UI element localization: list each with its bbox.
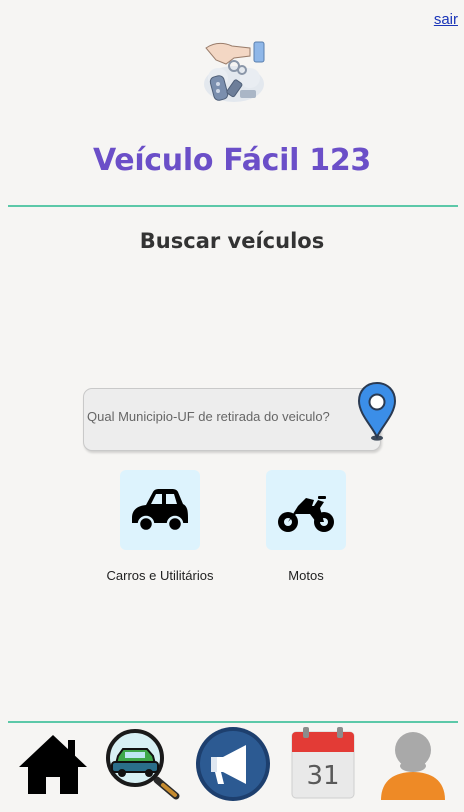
nav-home-button[interactable] [13, 726, 93, 806]
user-profile-icon [381, 732, 445, 800]
header-divider [8, 205, 458, 207]
category-cars-label: Carros e Utilitários [106, 568, 214, 583]
search-vehicle-icon [106, 729, 180, 800]
app-title: Veículo Fácil 123 [93, 143, 371, 178]
location-search-input[interactable] [87, 409, 347, 424]
category-cars-button[interactable] [120, 470, 200, 550]
category-motos-label: Motos [288, 568, 324, 583]
home-icon [19, 735, 87, 794]
category-motos-button[interactable] [266, 470, 346, 550]
search-box[interactable] [83, 388, 381, 451]
nav-profile-button[interactable] [373, 726, 453, 806]
nav-calendar-button[interactable]: 31 [283, 726, 363, 806]
logo-icon [204, 41, 265, 102]
page-title: Buscar veículos [139, 229, 325, 253]
nav-divider [8, 721, 458, 723]
nav-announce-button[interactable] [193, 726, 273, 806]
motorcycle-icon [278, 496, 334, 532]
nav-search-vehicle-button[interactable] [103, 726, 183, 806]
calendar-icon: 31 [291, 727, 355, 799]
logout-link[interactable]: sair [434, 11, 458, 28]
location-pin-icon[interactable] [357, 381, 397, 443]
car-icon [132, 489, 188, 533]
megaphone-icon [196, 727, 270, 801]
calendar-day-text: 31 [306, 761, 339, 791]
